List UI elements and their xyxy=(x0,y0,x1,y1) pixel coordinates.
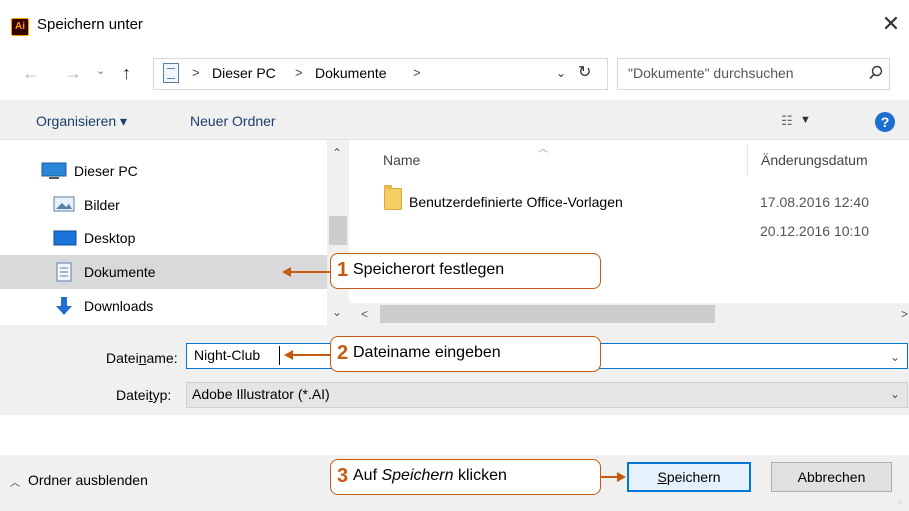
column-divider[interactable] xyxy=(747,144,748,176)
breadcrumb-dieser-pc[interactable]: Dieser PC xyxy=(212,65,276,81)
callout-1-arrow xyxy=(288,271,330,273)
search-placeholder: "Dokumente" durchsuchen xyxy=(628,65,794,81)
close-icon[interactable]: ✕ xyxy=(880,11,902,37)
collapse-chevron-icon[interactable]: ︿ xyxy=(10,474,20,489)
sidebar-scrollbar-thumb[interactable] xyxy=(329,216,347,245)
scroll-left-icon[interactable]: < xyxy=(361,307,368,321)
callout-text: Dateiname eingeben xyxy=(353,344,501,361)
callout-number: 2 xyxy=(337,342,349,364)
sort-ascending-icon: ︿ xyxy=(538,144,548,155)
column-header-name[interactable]: Name xyxy=(383,152,420,168)
save-button[interactable]: Speichern xyxy=(627,462,751,492)
forward-arrow-icon[interactable]: → xyxy=(64,61,82,85)
new-folder-button[interactable]: Neuer Ordner xyxy=(190,113,276,129)
view-options-icon[interactable]: ☷ xyxy=(781,113,793,129)
filename-value: Night-Club xyxy=(194,347,261,363)
resize-grip-icon[interactable]: ⁘ xyxy=(897,498,904,507)
column-header-date[interactable]: Änderungsdatum xyxy=(761,152,868,168)
cancel-button[interactable]: Abbrechen xyxy=(771,462,892,492)
filename-dropdown-chevron-icon[interactable]: ⌄ xyxy=(890,350,900,364)
breadcrumb-separator: > xyxy=(413,65,421,80)
recent-locations-chevron-icon[interactable]: ⌄ xyxy=(96,64,105,77)
filetype-value: Adobe Illustrator (*.AI) xyxy=(192,386,330,402)
callout-1-arrowhead xyxy=(282,267,291,277)
computer-icon xyxy=(41,162,67,179)
filename-label: Dateiname: xyxy=(106,350,178,366)
file-row-date: 20.12.2016 10:10 xyxy=(760,223,869,239)
documents-location-icon xyxy=(163,63,179,83)
sidebar-item-desktop[interactable]: Desktop xyxy=(84,230,135,246)
pictures-icon xyxy=(53,196,75,212)
text-cursor xyxy=(279,346,280,365)
file-row-name[interactable]: Benutzerdefinierte Office-Vorlagen xyxy=(409,194,623,210)
callout-text: Auf Speichern klicken xyxy=(353,467,507,484)
scroll-down-icon[interactable]: ⌄ xyxy=(332,305,342,319)
folder-icon xyxy=(384,185,402,210)
address-history-chevron-icon[interactable]: ⌄ xyxy=(556,66,566,80)
help-icon[interactable]: ? xyxy=(875,112,895,132)
window-title: Speichern unter xyxy=(37,16,143,33)
callout-number: 3 xyxy=(337,465,349,487)
filetype-label: Dateityp: xyxy=(116,387,172,403)
breadcrumb-separator: > xyxy=(192,65,200,80)
scroll-up-icon[interactable]: ⌃ xyxy=(332,146,342,160)
callout-3-arrowhead xyxy=(617,472,626,482)
file-row-date: 17.08.2016 12:40 xyxy=(760,194,869,210)
breadcrumb-separator: > xyxy=(295,65,303,80)
command-toolbar xyxy=(0,100,909,140)
filetype-dropdown-chevron-icon[interactable]: ⌄ xyxy=(890,387,900,401)
breadcrumb-dokumente[interactable]: Dokumente xyxy=(315,65,387,81)
illustrator-app-icon: Ai xyxy=(11,18,29,36)
callout-2-arrow xyxy=(290,354,330,356)
hide-folders-button[interactable]: Ordner ausblenden xyxy=(28,472,148,488)
callout-3: 3 Auf Speichern klicken xyxy=(330,459,601,495)
sidebar-item-downloads[interactable]: Downloads xyxy=(84,298,153,314)
sidebar-item-dokumente[interactable]: Dokumente xyxy=(84,264,156,280)
search-icon[interactable] xyxy=(868,64,884,82)
scroll-right-icon[interactable]: > xyxy=(901,307,908,321)
back-arrow-icon[interactable]: ← xyxy=(22,61,40,85)
sidebar-item-bilder[interactable]: Bilder xyxy=(84,197,120,213)
refresh-icon[interactable]: ↻ xyxy=(578,62,591,82)
callout-number: 1 xyxy=(337,259,349,281)
callout-text: Speicherort festlegen xyxy=(353,261,505,278)
sidebar-item-dieser-pc[interactable]: Dieser PC xyxy=(74,163,138,179)
callout-2: 2 Dateiname eingeben xyxy=(330,336,601,372)
documents-icon xyxy=(56,262,72,282)
up-arrow-icon[interactable]: ↑ xyxy=(122,60,131,86)
callout-1: 1 Speicherort festlegen xyxy=(330,253,601,289)
sidebar-selection-highlight xyxy=(0,255,327,289)
organize-menu-button[interactable]: Organisieren ▾ xyxy=(36,113,127,130)
desktop-icon xyxy=(53,230,77,246)
view-options-chevron-icon[interactable]: ▼ xyxy=(800,114,811,126)
callout-2-arrowhead xyxy=(284,350,293,360)
horizontal-scrollbar-thumb[interactable] xyxy=(380,305,715,323)
downloads-icon xyxy=(56,297,72,315)
